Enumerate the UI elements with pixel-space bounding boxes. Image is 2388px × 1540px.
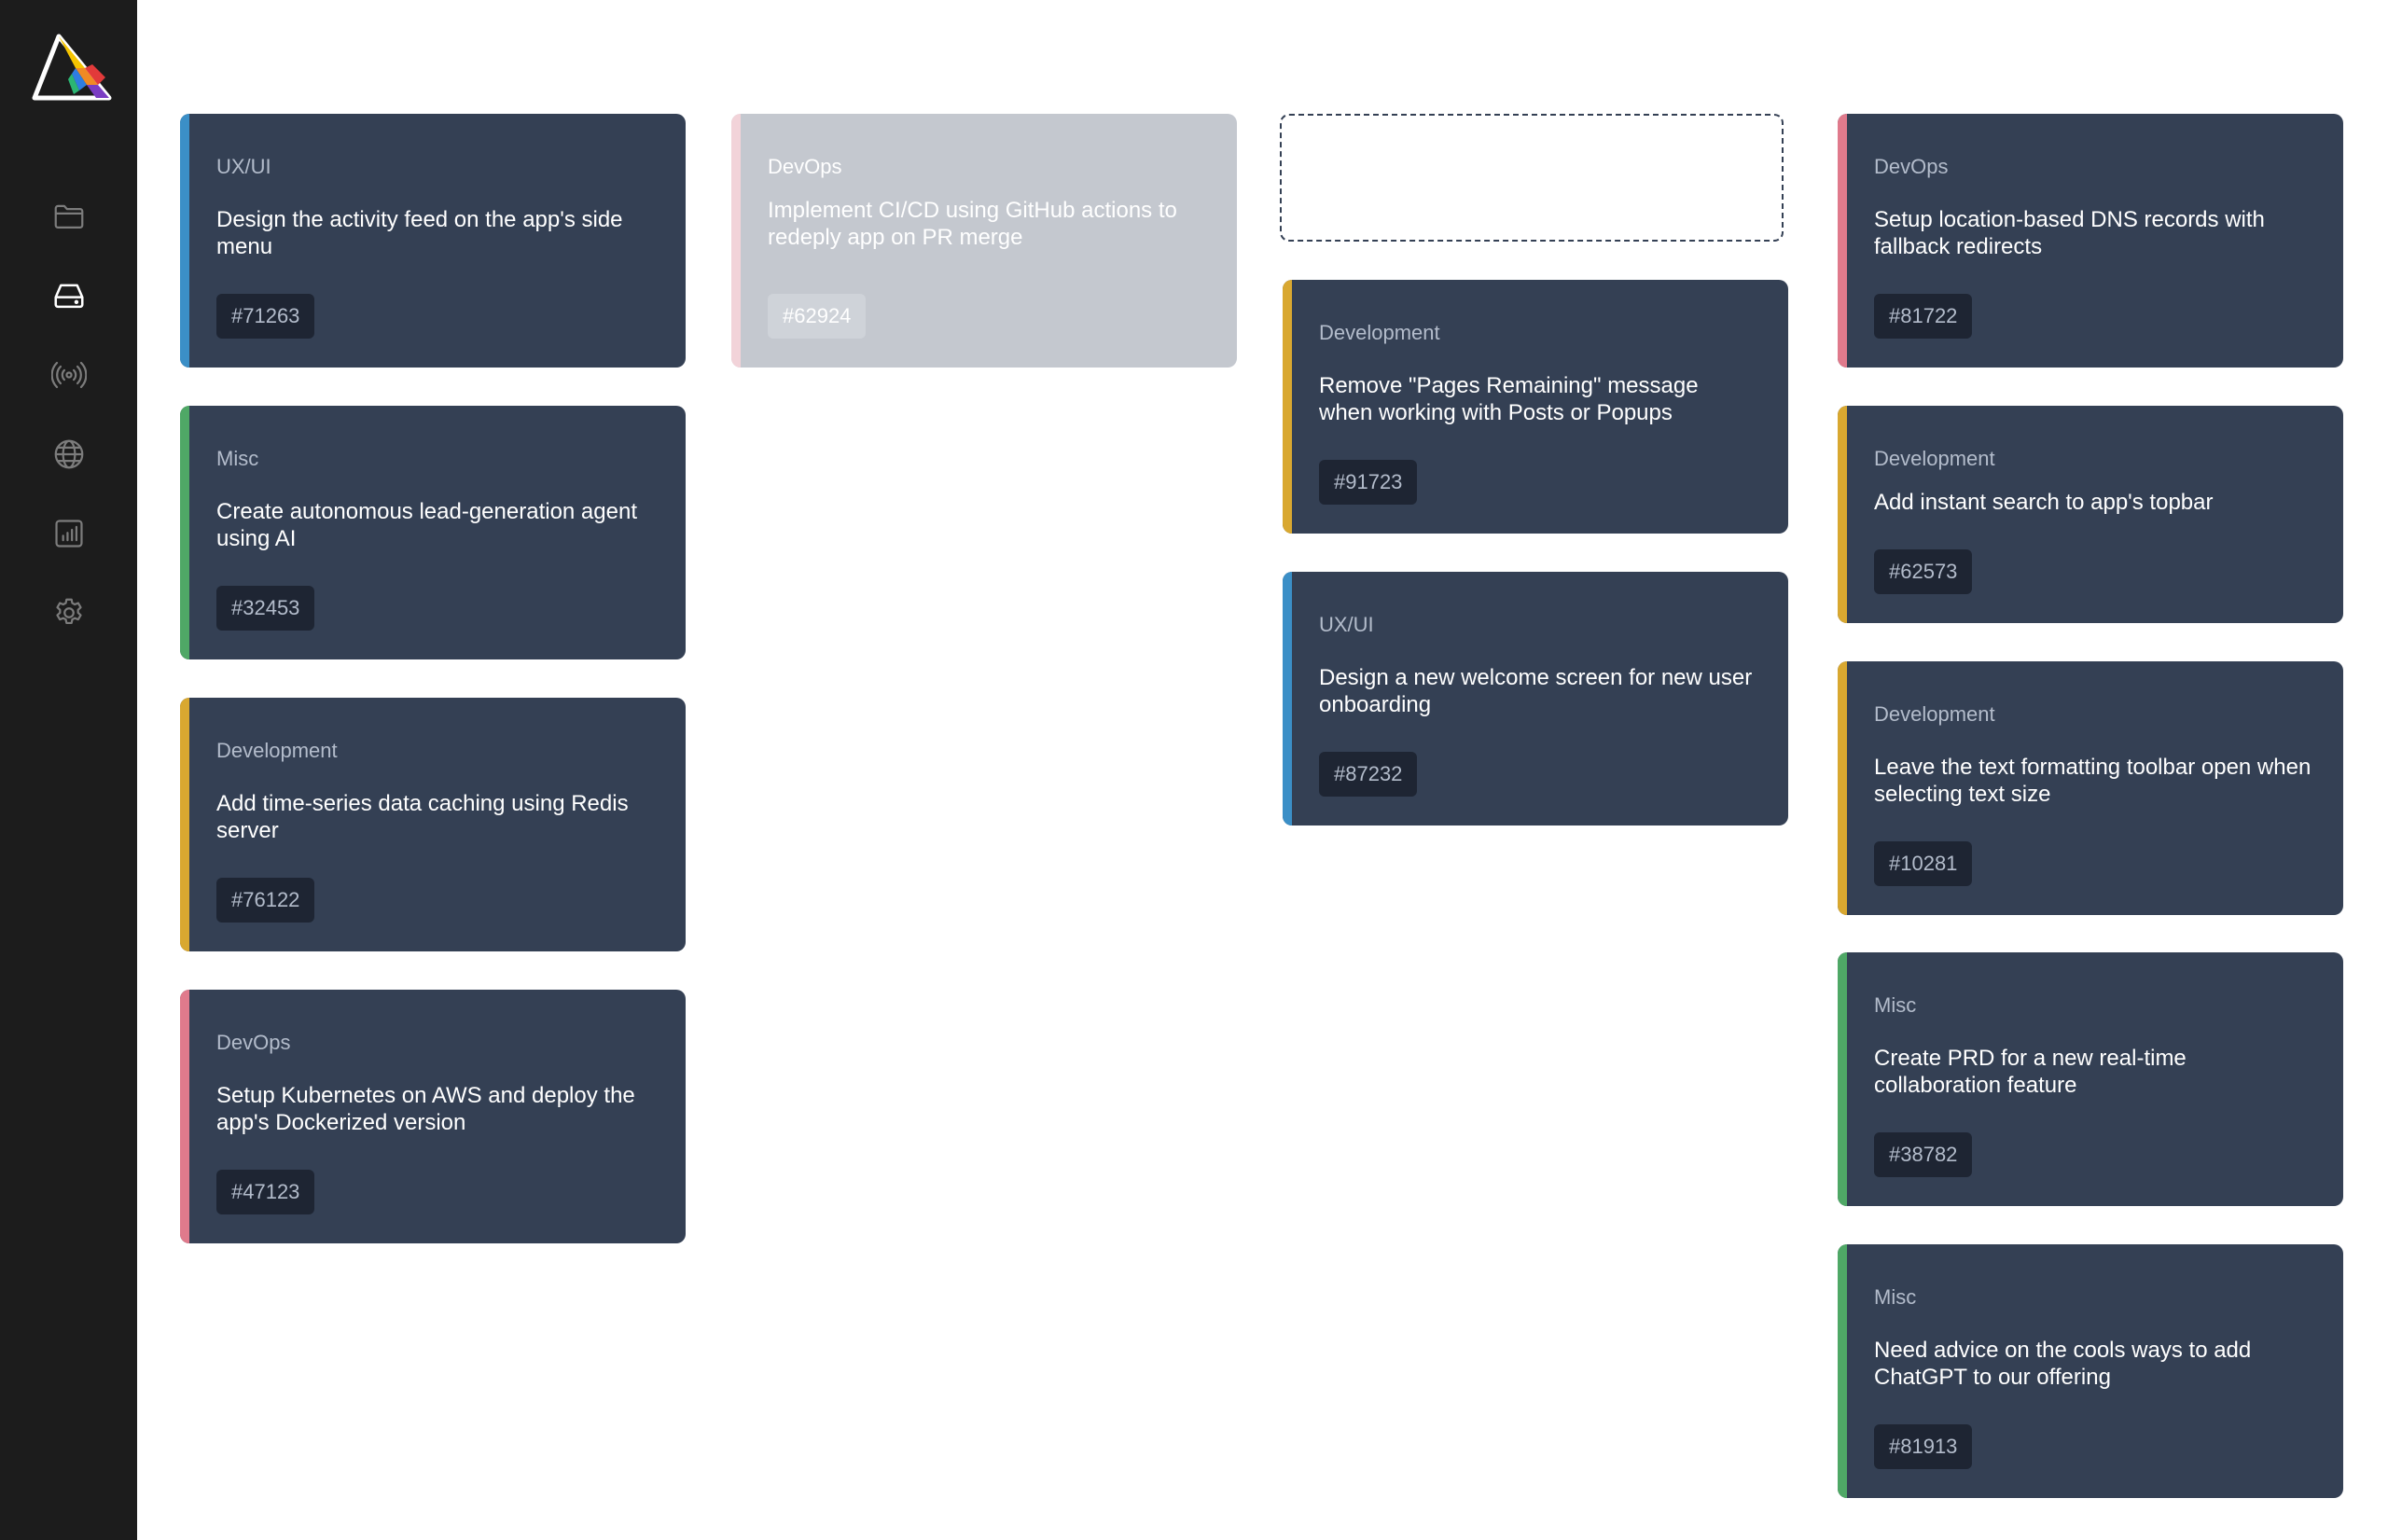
category-stripe bbox=[1838, 952, 1847, 1206]
category-stripe bbox=[180, 698, 189, 951]
category-stripe bbox=[1838, 661, 1847, 915]
nav-analytics[interactable] bbox=[47, 511, 91, 556]
card-category: Misc bbox=[1874, 1285, 1917, 1309]
card-title: Implement CI/CD using GitHub actions to … bbox=[768, 198, 1177, 250]
card-id-tag: #91723 bbox=[1319, 460, 1418, 505]
task-card[interactable]: Development Add time-series data caching… bbox=[180, 698, 686, 951]
category-stripe bbox=[1838, 1244, 1847, 1498]
card-category: DevOps bbox=[768, 155, 842, 178]
inbox-drive-icon bbox=[54, 284, 84, 309]
card-category: DevOps bbox=[1874, 155, 1949, 178]
card-category: Misc bbox=[1874, 993, 1917, 1017]
nav-settings[interactable] bbox=[47, 590, 91, 635]
card-id-tag: #62573 bbox=[1874, 549, 1973, 594]
card-id-tag: #32453 bbox=[216, 586, 315, 631]
card-category: Development bbox=[1319, 321, 1440, 344]
card-title: Design a new welcome screen for new user… bbox=[1319, 665, 1753, 717]
card-id-tag: #47123 bbox=[216, 1170, 315, 1214]
broadcast-icon bbox=[51, 361, 87, 389]
card-category: UX/UI bbox=[216, 155, 271, 178]
nav-globe[interactable] bbox=[47, 432, 91, 477]
card-title: Create autonomous lead-generation agent … bbox=[216, 499, 637, 551]
card-title: Setup Kubernetes on AWS and deploy the a… bbox=[216, 1083, 635, 1135]
card-category: DevOps bbox=[216, 1031, 291, 1054]
card-title: Remove "Pages Remaining" message when wo… bbox=[1319, 373, 1699, 425]
nav-inbox[interactable] bbox=[47, 273, 91, 318]
card-id-tag: #81722 bbox=[1874, 294, 1973, 339]
card-id-tag: #10281 bbox=[1874, 841, 1973, 886]
category-stripe bbox=[1283, 280, 1292, 534]
drop-placeholder[interactable] bbox=[1280, 114, 1784, 242]
category-stripe bbox=[731, 114, 741, 368]
card-title: Add instant search to app's topbar bbox=[1874, 490, 2214, 515]
task-card[interactable]: Misc Need advice on the cools ways to ad… bbox=[1838, 1244, 2343, 1498]
task-card-dragging[interactable]: DevOps Implement CI/CD using GitHub acti… bbox=[731, 114, 1237, 368]
task-card[interactable]: Development Add instant search to app's … bbox=[1838, 406, 2343, 623]
card-id-tag: #87232 bbox=[1319, 752, 1418, 797]
task-card[interactable]: Misc Create autonomous lead-generation a… bbox=[180, 406, 686, 659]
card-category: Development bbox=[1874, 702, 1995, 726]
card-id-tag: #38782 bbox=[1874, 1132, 1973, 1177]
task-card[interactable]: UX/UI Design a new welcome screen for ne… bbox=[1283, 572, 1788, 825]
globe-icon bbox=[54, 439, 84, 469]
card-title: Need advice on the cools ways to add Cha… bbox=[1874, 1338, 2252, 1390]
folder-icon bbox=[54, 204, 84, 229]
nav-folder[interactable] bbox=[47, 194, 91, 239]
category-stripe bbox=[180, 406, 189, 659]
card-title: Setup location-based DNS records with fa… bbox=[1874, 207, 2265, 259]
task-card[interactable]: UX/UI Design the activity feed on the ap… bbox=[180, 114, 686, 368]
card-category: UX/UI bbox=[1319, 613, 1374, 636]
card-title: Leave the text formatting toolbar open w… bbox=[1874, 755, 2312, 807]
category-stripe bbox=[1838, 114, 1847, 368]
card-id-tag: #76122 bbox=[216, 878, 315, 923]
card-id-tag: #62924 bbox=[768, 294, 867, 339]
card-id-tag: #81913 bbox=[1874, 1424, 1973, 1469]
card-id-tag: #71263 bbox=[216, 294, 315, 339]
card-category: Misc bbox=[216, 447, 259, 470]
card-title: Design the activity feed on the app's si… bbox=[216, 207, 623, 259]
card-title: Create PRD for a new real-time collabora… bbox=[1874, 1046, 2187, 1098]
task-card[interactable]: Misc Create PRD for a new real-time coll… bbox=[1838, 952, 2343, 1206]
category-stripe bbox=[1283, 572, 1292, 825]
task-card[interactable]: DevOps Setup Kubernetes on AWS and deplo… bbox=[180, 990, 686, 1243]
card-category: Development bbox=[216, 739, 338, 762]
sidebar bbox=[0, 0, 137, 1540]
card-category: Development bbox=[1874, 447, 1995, 470]
prism-logo bbox=[32, 34, 112, 101]
task-card[interactable]: Development Remove "Pages Remaining" mes… bbox=[1283, 280, 1788, 534]
task-card[interactable]: DevOps Setup location-based DNS records … bbox=[1838, 114, 2343, 368]
category-stripe bbox=[180, 114, 189, 368]
category-stripe bbox=[1838, 406, 1847, 623]
task-card[interactable]: Development Leave the text formatting to… bbox=[1838, 661, 2343, 915]
card-title: Add time-series data caching using Redis… bbox=[216, 791, 629, 843]
bar-chart-icon bbox=[55, 520, 83, 548]
category-stripe bbox=[180, 990, 189, 1243]
nav-broadcast[interactable] bbox=[47, 353, 91, 397]
settings-gear-icon bbox=[56, 598, 82, 625]
